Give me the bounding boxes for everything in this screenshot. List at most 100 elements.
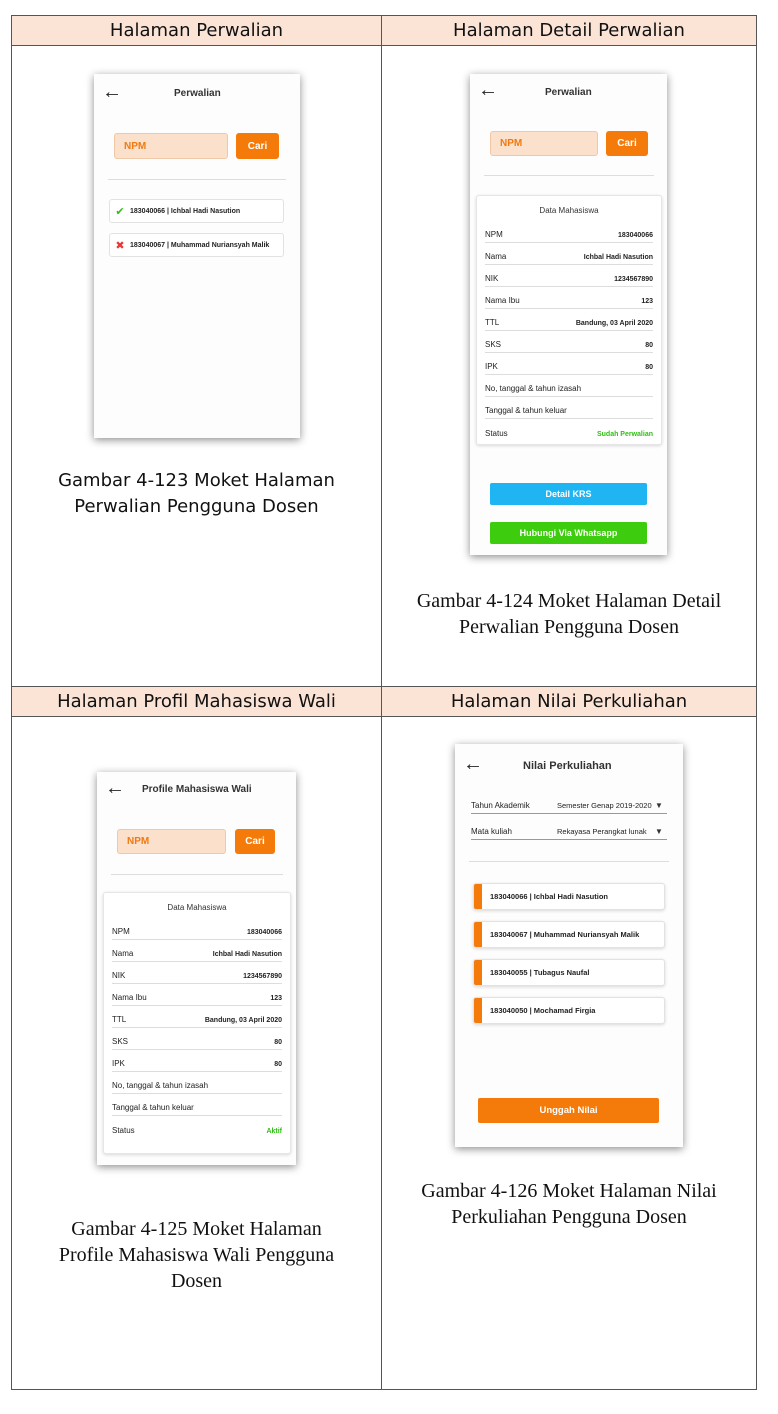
list-item-text: 183040067 | Muhammad Nuriansyah Malik: [130, 241, 270, 249]
data-row-label: Tanggal & tahun keluar: [485, 406, 567, 415]
academic-year-value: Semester Genap 2019-2020: [557, 801, 652, 810]
data-row-label: SKS: [485, 340, 502, 349]
data-row-label: TTL: [485, 318, 500, 327]
page-title: Perwalian: [174, 88, 221, 99]
data-row-label: NPM: [112, 927, 130, 936]
data-row: No, tanggal & tahun izasah: [112, 1072, 282, 1094]
list-item-text: 183040055 | Tubagus Naufal: [490, 968, 590, 977]
accent-bar: [474, 960, 482, 985]
data-row-label: Nama: [112, 949, 134, 958]
data-row-value: 80: [645, 364, 653, 371]
data-row: Nama Ibu 123: [112, 984, 282, 1006]
data-row-value: 123: [270, 995, 282, 1002]
list-item[interactable]: ✔ 183040066 | Ichbal Hadi Nasution: [109, 199, 284, 223]
data-row: NIK 1234567890: [485, 265, 653, 287]
page-title: Perwalian: [545, 87, 592, 98]
arrow-left-icon[interactable]: ←: [478, 80, 498, 100]
list-item-text: 183040067 | Muhammad Nuriansyah Malik: [490, 930, 640, 939]
data-row-value: Ichbal Hadi Nasution: [212, 951, 282, 958]
data-row-value: 80: [645, 342, 653, 349]
caret-down-icon: ▼: [655, 801, 663, 810]
caption-1: Gambar 4-123 Moket Halaman Perwalian Pen…: [12, 468, 381, 520]
arrow-left-icon[interactable]: ←: [105, 778, 125, 798]
course-value: Rekayasa Perangkat lunak: [557, 827, 647, 836]
data-row: IPK 80: [485, 353, 653, 375]
arrow-left-icon[interactable]: ←: [463, 754, 483, 774]
data-row-value: 80: [274, 1039, 282, 1046]
data-row: Nama Ichbal Hadi Nasution: [112, 940, 282, 962]
data-row-value: 80: [274, 1061, 282, 1068]
list-item[interactable]: ✖ 183040067 | Muhammad Nuriansyah Malik: [109, 233, 284, 257]
whatsapp-button[interactable]: Hubungi Via Whatsapp: [490, 522, 647, 544]
caret-down-icon: ▼: [655, 827, 663, 836]
detail-krs-button[interactable]: Detail KRS: [490, 483, 647, 505]
caption-line: Gambar 4-126 Moket Halaman Nilai: [421, 1180, 717, 1202]
npm-input[interactable]: NPM: [117, 829, 226, 854]
divider: [484, 175, 654, 176]
data-row-value: Ichbal Hadi Nasution: [583, 254, 653, 261]
list-item[interactable]: 183040066 | Ichbal Hadi Nasution: [473, 883, 665, 910]
search-button[interactable]: Cari: [606, 131, 648, 156]
list-item[interactable]: 183040067 | Muhammad Nuriansyah Malik: [473, 921, 665, 948]
data-row: Status Sudah Perwalian: [485, 419, 653, 441]
data-row: TTL Bandung, 03 April 2020: [112, 1006, 282, 1028]
list-item-text: 183040066 | Ichbal Hadi Nasution: [490, 892, 608, 901]
course-label: Mata kuliah: [471, 827, 512, 836]
data-row-label: IPK: [112, 1059, 125, 1068]
caption-line: Perkuliahan Pengguna Dosen: [451, 1206, 687, 1228]
list-item-text: 183040050 | Mochamad Firgia: [490, 1006, 596, 1015]
data-row: SKS 80: [485, 331, 653, 353]
data-row: Nama Ichbal Hadi Nasution: [485, 243, 653, 265]
academic-year-select[interactable]: Tahun Akademik Semester Genap 2019-2020 …: [471, 798, 667, 814]
page-title: Profile Mahasiswa Wali: [142, 784, 252, 795]
data-row-value: Aktif: [266, 1128, 282, 1135]
caption-3: Gambar 4-125 Moket Halaman Profile Mahas…: [12, 1216, 381, 1294]
divider: [108, 179, 286, 180]
mockup-table: Halaman Perwalian Halaman Detail Perwali…: [11, 15, 757, 1390]
data-row-label: No, tanggal & tahun izasah: [112, 1081, 209, 1090]
data-row-value: Sudah Perwalian: [596, 431, 653, 438]
accent-bar: [474, 998, 482, 1023]
data-row-label: Status: [485, 429, 508, 438]
list-item[interactable]: 183040050 | Mochamad Firgia: [473, 997, 665, 1024]
caption-line: Perwalian Pengguna Dosen: [74, 496, 319, 517]
academic-year-label: Tahun Akademik: [471, 801, 530, 810]
page-title: Nilai Perkuliahan: [523, 760, 612, 772]
data-row-value: 183040066: [617, 232, 653, 239]
data-row: Nama Ibu 123: [485, 287, 653, 309]
mockup-detail-perwalian: ← Perwalian NPM Cari Data Mahasiswa NPM 1…: [470, 74, 667, 555]
student-data-card: Data Mahasiswa NPM 183040066 Nama Ichbal Ha…: [103, 892, 291, 1154]
caption-line: Perwalian Pengguna Dosen: [459, 616, 679, 638]
mockup-perwalian: ← Perwalian NPM Cari ✔ 183040066 | Ichba…: [94, 74, 300, 438]
course-select[interactable]: Mata kuliah Rekayasa Perangkat lunak ▼: [471, 824, 667, 840]
arrow-left-icon[interactable]: ←: [102, 82, 122, 102]
search-button[interactable]: Cari: [235, 829, 275, 854]
mockup-nilai-perkuliahan: ← Nilai Perkuliahan Tahun Akademik Semes…: [455, 744, 683, 1147]
data-row-label: NPM: [485, 230, 503, 239]
data-row-label: Nama Ibu: [485, 296, 520, 305]
header-detail-perwalian: Halaman Detail Perwalian: [382, 16, 756, 46]
data-row: No, tanggal & tahun izasah: [485, 375, 653, 397]
data-row-value: 1234567890: [614, 276, 653, 283]
data-row: Tanggal & tahun keluar: [112, 1094, 282, 1116]
accent-bar: [474, 922, 482, 947]
data-row-label: TTL: [112, 1015, 127, 1024]
upload-grades-button[interactable]: Unggah Nilai: [478, 1098, 659, 1123]
npm-input[interactable]: NPM: [114, 133, 228, 159]
caption-line: Gambar 4-123 Moket Halaman: [58, 470, 335, 491]
data-row-label: Status: [112, 1126, 135, 1135]
data-row: NIK 1234567890: [112, 962, 282, 984]
data-row-label: Tanggal & tahun keluar: [112, 1103, 194, 1112]
data-row: IPK 80: [112, 1050, 282, 1072]
data-row-value: Bandung, 03 April 2020: [204, 1017, 282, 1024]
data-row-label: Nama Ibu: [112, 993, 147, 1002]
data-row-value: 123: [641, 298, 653, 305]
data-row-label: NIK: [112, 971, 126, 980]
caption-4: Gambar 4-126 Moket Halaman Nilai Perkuli…: [382, 1178, 756, 1230]
check-icon: ✔: [115, 205, 125, 218]
npm-input[interactable]: NPM: [490, 131, 598, 156]
search-button[interactable]: Cari: [236, 133, 279, 159]
header-nilai-perkuliahan: Halaman Nilai Perkuliahan: [382, 687, 756, 717]
list-item[interactable]: 183040055 | Tubagus Naufal: [473, 959, 665, 986]
divider: [111, 874, 283, 875]
